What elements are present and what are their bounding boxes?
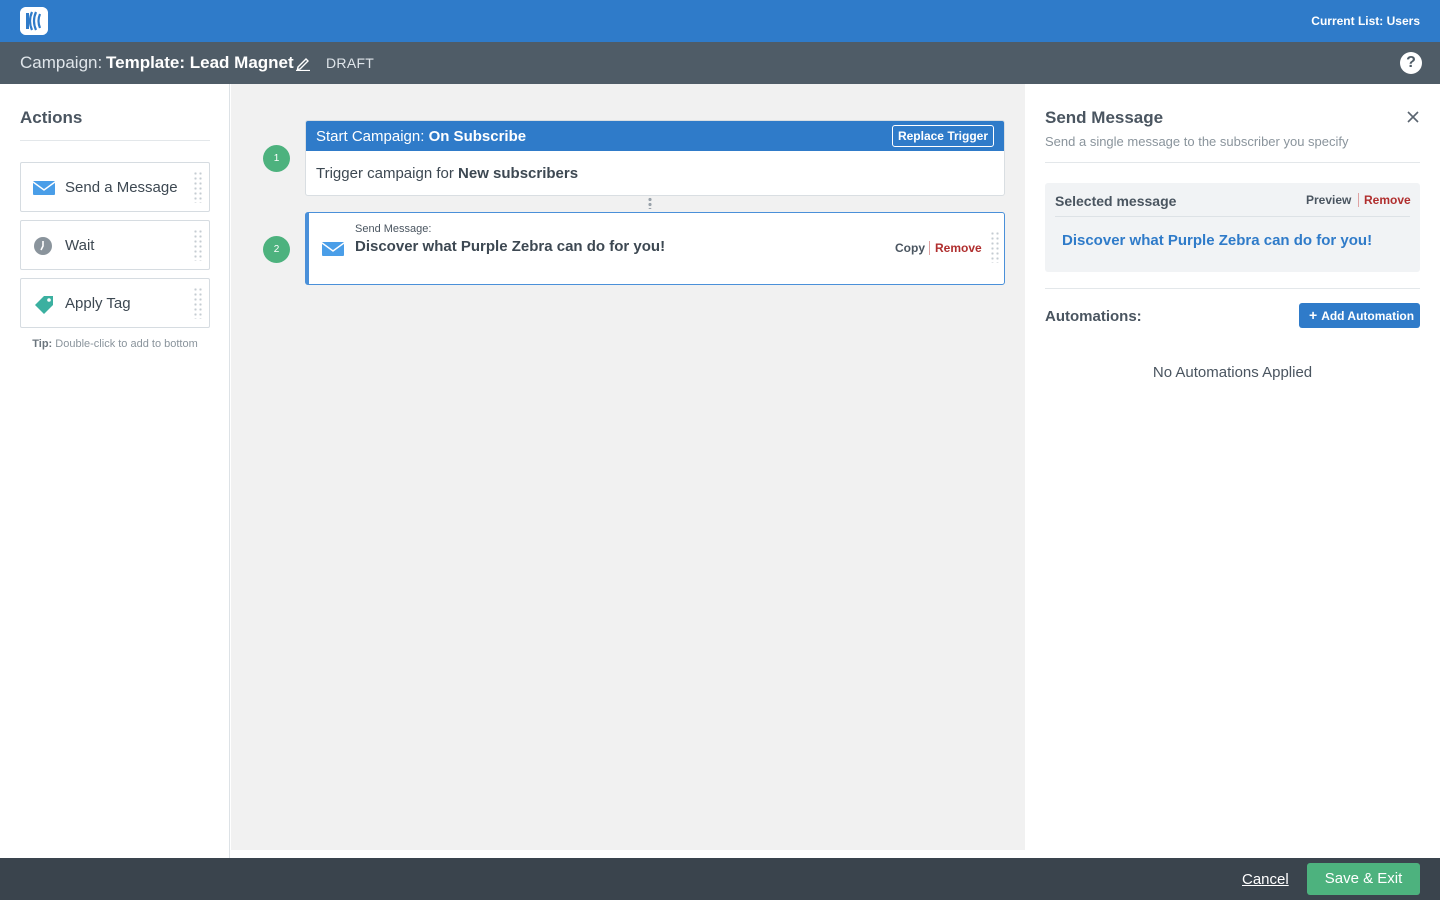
envelope-icon [32,178,56,198]
cancel-link[interactable]: Cancel [1242,871,1289,888]
clock-icon [33,236,55,256]
step-connector [648,197,652,209]
separator [1358,193,1359,207]
drag-handle[interactable] [193,229,203,261]
plus-icon: + [1309,307,1318,323]
trigger-card[interactable]: Start Campaign: On Subscribe Replace Tri… [305,120,1005,196]
button-label: Add Automation [1321,309,1415,323]
selected-message-label: Selected message [1055,193,1177,209]
envelope-icon [321,241,345,257]
action-label: Wait [65,237,95,254]
drag-handle[interactable] [193,171,203,203]
send-message-step[interactable]: Send Message: Discover what Purple Zebra… [305,212,1005,285]
empty-automations-text: No Automations Applied [1152,364,1313,381]
send-message-panel: Send Message Send a single message to th… [1025,84,1440,858]
drag-handle[interactable] [193,287,203,319]
drag-handle[interactable] [990,231,1000,263]
campaign-bar: Campaign: Template: Lead Magnet DRAFT ? [0,42,1440,84]
divider [1055,216,1410,217]
top-bar: Current List: Users [0,0,1440,42]
actions-title: Actions [20,108,83,127]
automations-label: Automations: [1045,308,1142,325]
replace-trigger-button[interactable]: Replace Trigger [891,125,994,147]
campaign-prefix: Campaign: [20,53,103,72]
workflow-canvas: 1 Start Campaign: On Subscribe Replace T… [231,84,1025,850]
copy-button[interactable]: Copy [895,241,925,255]
pencil-icon[interactable] [295,55,311,72]
action-label: Apply Tag [65,295,131,312]
tip-label: Tip: [32,338,53,350]
campaign-name: Template: Lead Magnet [106,53,294,72]
question-circle-icon[interactable]: ? [1400,52,1422,74]
tip-text: Tip: Double-click to add to bottom [0,338,230,350]
app-logo-icon[interactable] [20,7,48,35]
remove-button[interactable]: Remove [935,241,982,255]
tag-icon [33,294,55,314]
divider [20,140,210,141]
campaign-status: DRAFT [326,55,375,71]
selected-message-link[interactable]: Discover what Purple Zebra can do for yo… [1062,232,1372,249]
step-kicker: Send Message: [355,223,432,235]
add-automation-button[interactable]: + Add Automation [1299,303,1420,328]
panel-title: Send Message [1045,108,1164,127]
action-wait[interactable]: Wait [20,220,210,270]
divider [1045,162,1420,163]
action-label: Send a Message [65,179,178,196]
save-exit-button[interactable]: Save & Exit [1307,863,1420,895]
step-number: 1 [263,145,290,172]
preview-button[interactable]: Preview [1306,193,1351,207]
divider [1045,288,1420,289]
trigger-header: Start Campaign: On Subscribe Replace Tri… [306,121,1004,151]
trigger-description: Trigger campaign for New subscribers [316,165,579,182]
panel-subtitle: Send a single message to the subscriber … [1045,134,1349,149]
action-send-message[interactable]: Send a Message [20,162,210,212]
step-number: 2 [263,236,290,263]
remove-button[interactable]: Remove [1364,193,1411,207]
selected-message-box: Selected message Preview Remove Discover… [1045,183,1420,272]
tip-body: Double-click to add to bottom [55,338,198,350]
close-icon[interactable] [1406,110,1420,124]
actions-panel: Actions Send a Message Wait Apply Tag Ti… [0,84,230,858]
trigger-title: Start Campaign: On Subscribe [316,128,527,145]
current-list-label[interactable]: Current List: Users [1311,14,1420,28]
step-title: Discover what Purple Zebra can do for yo… [355,238,666,255]
separator [929,241,930,255]
footer-bar: Cancel Save & Exit [0,858,1440,900]
action-apply-tag[interactable]: Apply Tag [20,278,210,328]
